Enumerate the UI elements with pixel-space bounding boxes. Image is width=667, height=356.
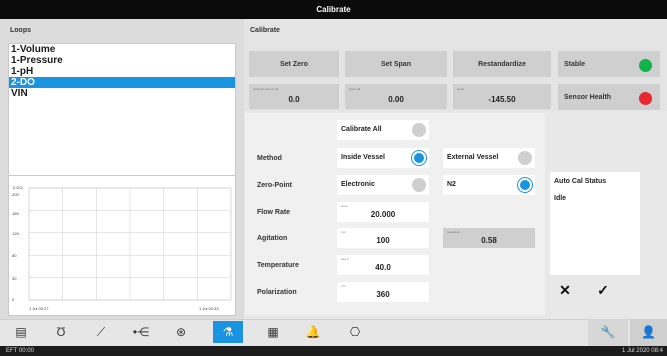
n2-option[interactable]: N2 <box>443 175 535 195</box>
agitation-caption: rpm <box>341 230 347 234</box>
user-icon[interactable]: 👤 <box>630 319 667 346</box>
calibrate-all-radio[interactable] <box>412 123 426 137</box>
n2-label: N2 <box>447 181 456 188</box>
loop-item-pressure[interactable]: 1-Pressure <box>9 55 235 66</box>
electronic-label: Electronic <box>341 181 375 188</box>
loop-item-volume[interactable]: 1-Volume <box>9 44 235 55</box>
electronic-radio[interactable] <box>412 178 426 192</box>
loops-header: Loops <box>10 27 31 34</box>
document-icon[interactable]: ▤ <box>8 321 34 343</box>
sensor-health-label: Sensor Health <box>564 94 612 101</box>
loop-item-ph[interactable]: 1-pH <box>9 66 235 77</box>
set-zero-button[interactable]: Set Zero <box>249 51 339 77</box>
agitation-value: 100 <box>376 236 390 245</box>
stable-status-dot <box>639 59 652 72</box>
x-start-label: 1 Jul 00:27 <box>29 306 49 311</box>
set-span-button[interactable]: Set Span <box>345 51 447 77</box>
polarization-caption: mV <box>341 284 346 288</box>
x-end-label: 1 Jul 00:43 <box>199 306 219 311</box>
network-icon[interactable]: •⋲ <box>128 321 154 343</box>
stable-label: Stable <box>564 61 586 68</box>
y-tick-label: 200 <box>12 192 19 197</box>
y-tick-label: 120 <box>12 231 19 236</box>
current-datetime: 1 Jul 2020 08:4 <box>621 348 663 354</box>
trend-chart: 2-DO 200 160 120 80 40 0 1 Jul 00:27 1 J… <box>8 175 236 316</box>
restandardize-button[interactable]: Restandardize <box>453 51 551 77</box>
auto-cal-status-box: Auto Cal Status Idle <box>550 172 640 275</box>
calibrate-all-label: Calibrate All <box>341 126 382 133</box>
zero-point-label: Zero-Point <box>257 182 292 189</box>
loops-panel: Loops 1-Volume 1-Pressure 1-pH 2-DO VIN … <box>0 19 244 319</box>
span-value-box: span val 0.00 <box>345 84 447 109</box>
temperature-caption: deg C <box>341 257 350 261</box>
flow-rate-value: 20.000 <box>370 210 396 219</box>
temperature-value: 40.0 <box>375 263 391 272</box>
y-tick-label: 0 <box>12 297 15 302</box>
equipment-icon[interactable]: ▦ <box>260 321 286 343</box>
status-bar: EFT 00:00 1 Jul 2020 08:4 <box>0 346 667 356</box>
external-vessel-label: External Vessel <box>447 154 499 161</box>
agitation-label: Agitation <box>257 235 288 242</box>
wrench-icon[interactable]: 🔧 <box>588 319 628 346</box>
saturation-readout: saturation 0.58 <box>443 228 535 248</box>
external-vessel-option[interactable]: External Vessel <box>443 148 535 168</box>
y-tick-label: 80 <box>12 253 17 258</box>
trend-chart-svg: 2-DO 200 160 120 80 40 0 1 Jul 00:27 1 J… <box>12 185 232 311</box>
sensor-health-indicator: Sensor Health <box>558 84 660 110</box>
polarization-value: 360 <box>376 290 390 299</box>
reading-value: 0.0 <box>288 95 300 104</box>
saturation-value: 0.58 <box>481 236 497 245</box>
agitation-field[interactable]: rpm 100 <box>337 228 429 248</box>
chart-ylabel: 2-DO <box>13 185 23 190</box>
alarm-bell-icon[interactable]: 🔔 <box>300 321 326 343</box>
auto-cal-status-state: Idle <box>554 195 567 202</box>
n2-radio[interactable] <box>518 178 532 192</box>
sensor-health-status-dot <box>639 92 652 105</box>
y-tick-label: 160 <box>12 211 19 216</box>
loop-item-vin[interactable]: VIN <box>9 88 235 99</box>
method-label: Method <box>257 155 282 162</box>
vessel-icon[interactable]: Ʊ <box>48 321 74 343</box>
external-vessel-radio[interactable] <box>518 151 532 165</box>
calibrate-header: Calibrate <box>250 27 280 34</box>
flow-rate-caption: sccm <box>341 204 348 208</box>
trend-icon[interactable]: ⟋ <box>88 321 114 343</box>
slope-value-box: slope -145.50 <box>453 84 551 109</box>
electronic-option[interactable]: Electronic <box>337 175 429 195</box>
gauge-icon[interactable]: ⎔ <box>342 321 368 343</box>
inside-vessel-radio[interactable] <box>412 151 426 165</box>
confirm-button[interactable]: ✓ <box>594 280 612 300</box>
temperature-field[interactable]: deg C 40.0 <box>337 255 429 275</box>
stable-indicator: Stable <box>558 51 660 77</box>
polarization-field[interactable]: mV 360 <box>337 282 429 302</box>
flow-rate-field[interactable]: sccm 20.000 <box>337 202 429 222</box>
loops-list: 1-Volume 1-Pressure 1-pH 2-DO VIN <box>8 43 236 190</box>
flow-rate-label: Flow Rate <box>257 209 291 216</box>
saturation-caption: saturation <box>447 230 461 234</box>
external-source-value-box: external source val 0.0 <box>249 84 339 109</box>
elapsed-time: EFT 00:00 <box>6 348 34 354</box>
inside-vessel-label: Inside Vessel <box>341 154 385 161</box>
cancel-button[interactable]: ✕ <box>556 280 574 300</box>
temperature-label: Temperature <box>257 262 299 269</box>
auto-cal-status-title: Auto Cal Status <box>554 178 607 185</box>
y-tick-label: 40 <box>12 276 17 281</box>
reading-value: -145.50 <box>488 95 516 104</box>
calibrate-all-toggle[interactable]: Calibrate All <box>337 120 429 140</box>
reading-caption: span val <box>349 87 361 91</box>
reading-caption: external source val <box>253 87 279 91</box>
calibrate-icon[interactable]: ⚗ <box>213 321 243 343</box>
inside-vessel-option[interactable]: Inside Vessel <box>337 148 429 168</box>
window-title: Calibrate <box>0 0 667 19</box>
polarization-label: Polarization <box>257 289 297 296</box>
loop-item-do[interactable]: 2-DO <box>9 77 235 88</box>
pump-icon[interactable]: ⊛ <box>168 321 194 343</box>
reading-value: 0.00 <box>388 95 404 104</box>
reading-caption: slope <box>457 87 465 91</box>
